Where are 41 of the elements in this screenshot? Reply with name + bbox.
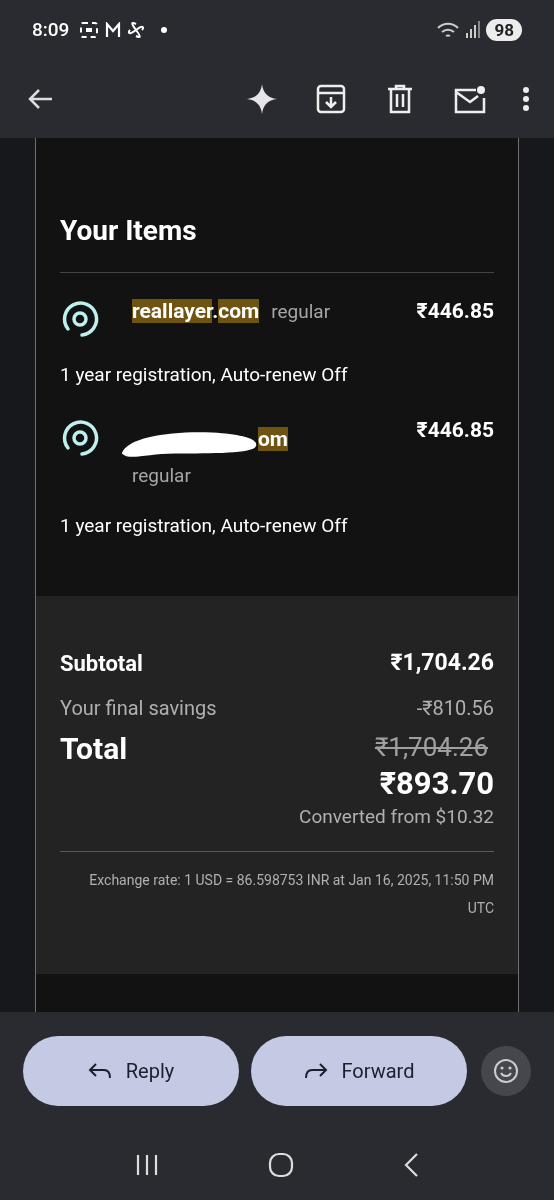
forward-button[interactable]: Forward: [251, 1036, 467, 1106]
reply-arrow-icon: [87, 1062, 112, 1080]
archive-button[interactable]: [316, 84, 346, 114]
pinwheel-icon: [127, 21, 146, 39]
original-total: ₹1,704.26: [374, 730, 488, 764]
item-price: ₹446.85: [416, 416, 494, 444]
domain-name: om: [258, 425, 289, 453]
section-title: Your Items: [60, 214, 198, 248]
savings-label: Your final savings: [60, 694, 217, 722]
smiley-icon: [493, 1058, 519, 1084]
item-details: 1 year registration, Auto-renew Off: [60, 512, 349, 539]
dot-icon: [161, 27, 168, 33]
plan-label: regular: [132, 462, 192, 489]
back-nav-button[interactable]: [403, 1152, 420, 1178]
exchange-rate-note: Exchange rate: 1 USD = 86.598753 INR at Jan 16, 2025, 11:50 PM UTC: [88, 870, 494, 918]
recent-apps-button[interactable]: [134, 1154, 159, 1176]
item-price: ₹446.85: [416, 298, 494, 325]
ring-logo-icon: [60, 417, 100, 458]
sparkle-button[interactable]: [246, 83, 278, 115]
status-time: 8:09: [32, 16, 70, 43]
subtotal-label: Subtotal: [60, 649, 143, 678]
reply-button[interactable]: Reply: [23, 1036, 239, 1106]
wifi-signal-icon: [436, 20, 481, 40]
ring-logo-icon: [60, 299, 100, 339]
item-details: 1 year registration, Auto-renew Off: [60, 362, 349, 388]
mail-icon: [105, 22, 122, 38]
domain-name: reallayer.com: [132, 298, 260, 325]
more-options-button[interactable]: [522, 86, 530, 112]
converted-note: Converted from $10.32: [299, 803, 494, 830]
subtotal-amount: ₹1,704.26: [390, 648, 494, 678]
total-label: Total: [60, 729, 128, 768]
home-button[interactable]: [268, 1152, 294, 1178]
screenshot-icon: [79, 20, 100, 40]
forward-arrow-icon: [303, 1062, 328, 1080]
plan-label: regular: [271, 299, 331, 325]
battery-level: 98: [486, 19, 522, 41]
mark-unread-button[interactable]: [454, 84, 486, 114]
total-amount: ₹893.70: [379, 764, 494, 803]
delete-button[interactable]: [387, 84, 413, 114]
savings-amount: -₹810.56: [416, 694, 494, 722]
emoji-button[interactable]: [481, 1046, 531, 1096]
